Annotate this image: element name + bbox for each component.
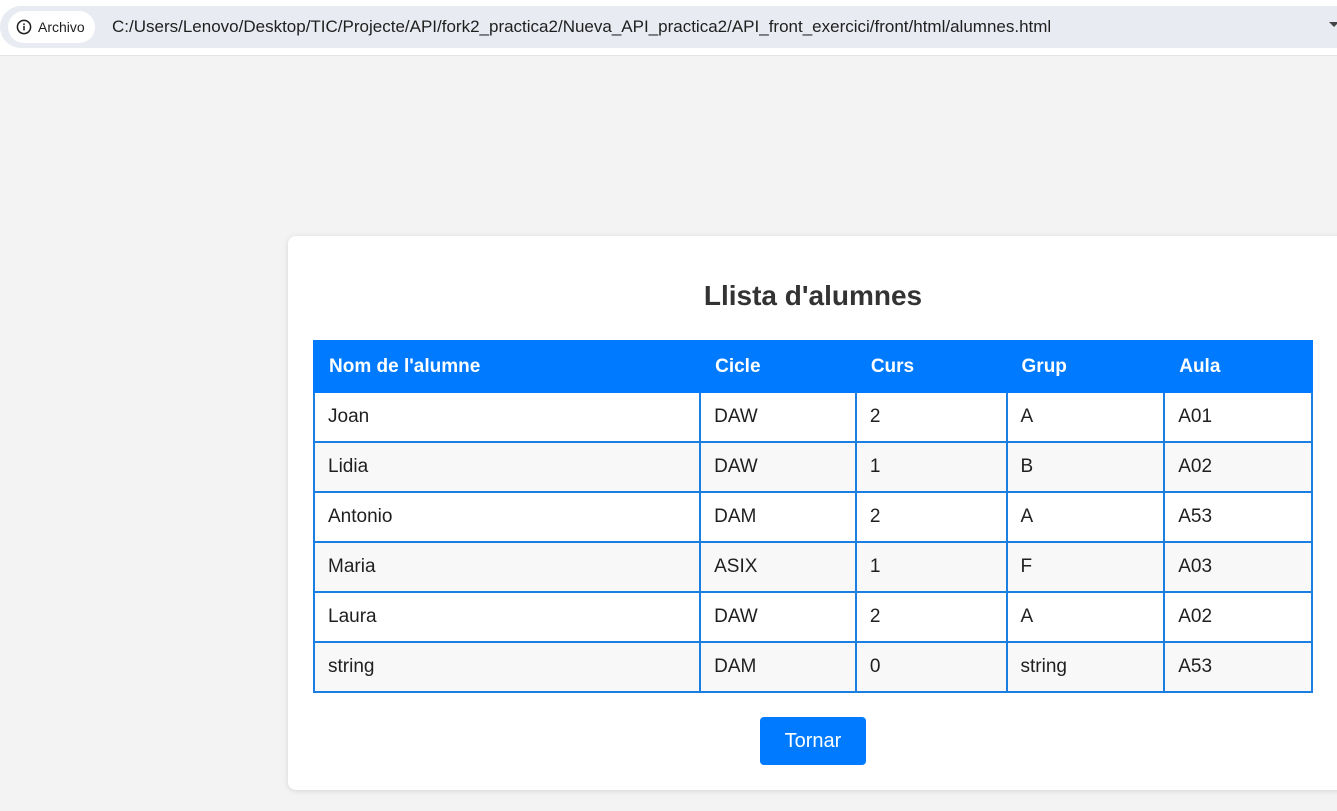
cell-curs: 0 (854, 641, 1008, 693)
cell-aula: A53 (1163, 641, 1313, 693)
cell-cicle: DAW (699, 391, 857, 443)
students-card: Llista d'alumnes Nom de l'alumne Cicle C… (288, 236, 1337, 790)
header-aula: Aula (1163, 340, 1313, 393)
cell-nom: Joan (312, 391, 702, 443)
cell-grup: string (1005, 641, 1166, 693)
header-grup: Grup (1005, 340, 1166, 393)
cell-curs: 1 (854, 541, 1008, 593)
header-nom: Nom de l'alumne (312, 340, 702, 393)
site-info-label: Archivo (38, 19, 85, 35)
cell-curs: 2 (854, 591, 1008, 643)
site-info-button[interactable]: Archivo (8, 11, 95, 43)
table-header-row: Nom de l'alumne Cicle Curs Grup Aula (312, 340, 1313, 393)
table-row: Maria ASIX 1 F A03 (312, 541, 1313, 593)
header-cicle: Cicle (699, 340, 857, 393)
cell-cicle: DAW (699, 591, 857, 643)
cell-aula: A01 (1163, 391, 1313, 443)
back-button[interactable]: Tornar (760, 717, 866, 765)
cell-nom: Antonio (312, 491, 702, 543)
cell-aula: A02 (1163, 441, 1313, 493)
cell-curs: 1 (854, 441, 1008, 493)
info-icon (16, 19, 32, 35)
students-table: Nom de l'alumne Cicle Curs Grup Aula Joa… (312, 340, 1313, 693)
table-row: Lidia DAW 1 B A02 (312, 441, 1313, 493)
cell-cicle: DAM (699, 491, 857, 543)
cell-cicle: DAM (699, 641, 857, 693)
cell-aula: A53 (1163, 491, 1313, 543)
cell-curs: 2 (854, 391, 1008, 443)
url-text[interactable]: C:/Users/Lenovo/Desktop/TIC/Projecte/API… (112, 17, 1051, 37)
cell-aula: A03 (1163, 541, 1313, 593)
table-row: string DAM 0 string A53 (312, 641, 1313, 693)
cell-grup: F (1005, 541, 1166, 593)
cell-grup: B (1005, 441, 1166, 493)
cell-cicle: DAW (699, 441, 857, 493)
chevron-down-icon[interactable] (1329, 22, 1337, 27)
header-curs: Curs (854, 340, 1008, 393)
browser-address-bar: Archivo C:/Users/Lenovo/Desktop/TIC/Proj… (0, 0, 1337, 56)
table-row: Antonio DAM 2 A A53 (312, 491, 1313, 543)
cell-cicle: ASIX (699, 541, 857, 593)
cell-nom: Maria (312, 541, 702, 593)
cell-curs: 2 (854, 491, 1008, 543)
cell-nom: Laura (312, 591, 702, 643)
cell-grup: A (1005, 591, 1166, 643)
cell-nom: Lidia (312, 441, 702, 493)
cell-nom: string (312, 641, 702, 693)
cell-grup: A (1005, 391, 1166, 443)
cell-aula: A02 (1163, 591, 1313, 643)
page-title: Llista d'alumnes (703, 280, 923, 311)
cell-grup: A (1005, 491, 1166, 543)
table-row: Laura DAW 2 A A02 (312, 591, 1313, 643)
table-row: Joan DAW 2 A A01 (312, 391, 1313, 443)
